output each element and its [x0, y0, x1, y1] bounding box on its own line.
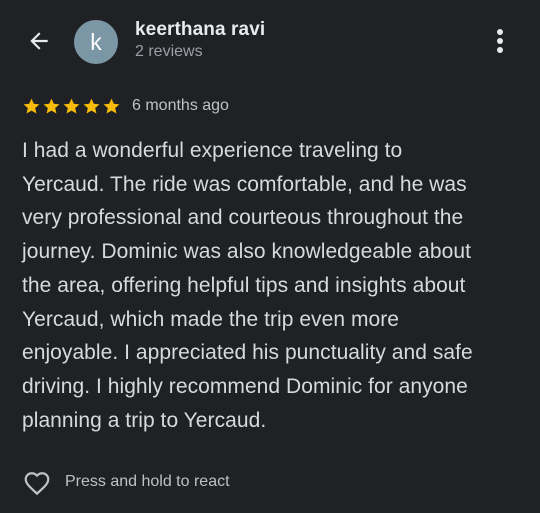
heart-outline-icon — [24, 472, 50, 496]
review-header: k keerthana ravi 2 reviews — [0, 0, 540, 84]
star-icon — [83, 98, 100, 114]
avatar[interactable]: k — [74, 20, 118, 64]
star-icon — [23, 98, 40, 114]
back-button[interactable] — [20, 24, 58, 58]
star-icon — [43, 98, 60, 114]
react-row: Press and hold to react — [22, 466, 230, 498]
react-button[interactable] — [22, 467, 52, 497]
star-rating — [22, 97, 121, 116]
more-vert-icon — [497, 29, 503, 53]
avatar-letter: k — [90, 28, 102, 55]
reviews-count: 2 reviews — [135, 43, 203, 60]
review-text: I had a wonderful experience traveling t… — [22, 139, 473, 432]
rating-row: 6 months ago — [22, 95, 229, 117]
review-time: 6 months ago — [132, 97, 229, 114]
react-label: Press and hold to react — [65, 473, 230, 490]
star-icon — [103, 98, 120, 114]
back-arrow-icon — [30, 32, 48, 50]
star-icon — [63, 98, 80, 114]
reviewer-name[interactable]: keerthana ravi — [135, 19, 265, 41]
more-options-button[interactable] — [488, 26, 512, 56]
